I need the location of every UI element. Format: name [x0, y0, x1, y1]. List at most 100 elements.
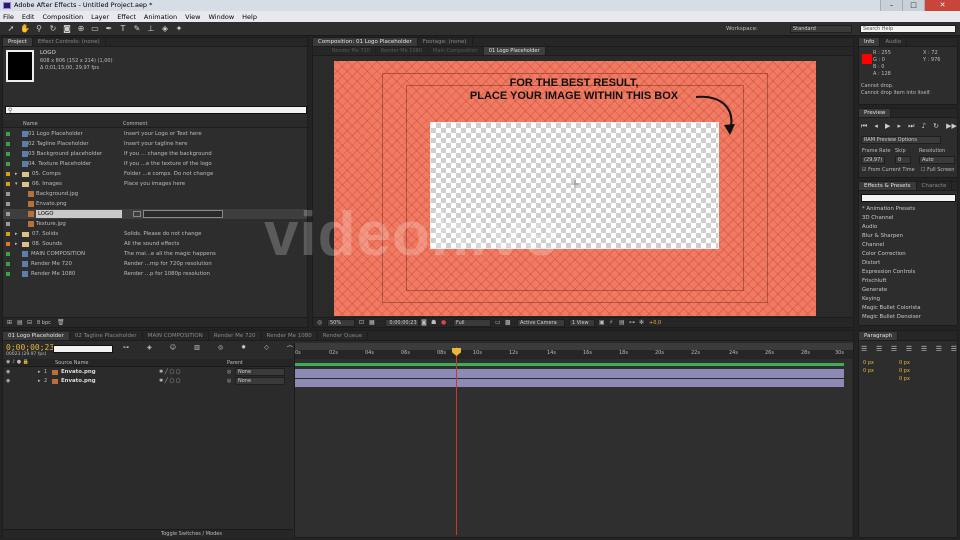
minimize-button[interactable]: –	[880, 0, 902, 11]
align-right-icon[interactable]: ☰	[891, 345, 897, 353]
frame-blending-icon[interactable]: ▥	[194, 344, 200, 354]
effects-category[interactable]: * Animation Presets	[862, 206, 915, 212]
tab-character[interactable]: Characte	[917, 182, 953, 190]
effects-category[interactable]: Channel	[862, 242, 884, 248]
tab-audio[interactable]: Audio	[880, 38, 908, 46]
effects-category[interactable]: 3D Channel	[862, 215, 893, 221]
audio-icon[interactable]: ♪	[922, 122, 926, 131]
col-source-name[interactable]: Source Name	[55, 360, 89, 366]
project-item[interactable]: ▸ 08. Sounds All the sound effects	[3, 239, 307, 249]
justify-right-icon[interactable]: ☰	[936, 345, 942, 353]
zoom-select[interactable]: 50%	[327, 319, 355, 327]
resolution-select[interactable]: Auto	[919, 156, 955, 164]
layer-row[interactable]: ◉ ▸ 2 Envato.png ✱ ╱ ▢ ▢ ◎ None	[3, 377, 293, 386]
subtab-main-composition[interactable]: Main Composition	[428, 47, 484, 55]
pickwhip-icon[interactable]: ◎	[227, 378, 231, 384]
pickwhip-icon[interactable]: ◎	[227, 369, 231, 375]
full-screen-checkbox[interactable]: ☐ Full Screen	[921, 167, 954, 173]
flowchart-icon[interactable]: ⊶	[629, 319, 635, 326]
maximize-button[interactable]: □	[902, 0, 924, 11]
draft-3d-icon[interactable]: ◈	[147, 344, 152, 354]
playhead-line[interactable]	[456, 347, 457, 535]
project-item[interactable]: 03 Background placeholder If you ... chan…	[3, 149, 307, 159]
effects-category[interactable]: Color Correction	[862, 251, 906, 257]
viewer-timecode[interactable]: 0;00;00;23	[385, 319, 419, 327]
toggle-switches-modes-button[interactable]: Toggle Switches / Modes	[161, 531, 222, 537]
justify-center-icon[interactable]: ☰	[921, 345, 927, 353]
tab-effect-controls[interactable]: Effect Controls: (none)	[33, 38, 106, 46]
effects-category[interactable]: Expression Controls	[862, 269, 915, 275]
reset-exposure-icon[interactable]: ✻	[639, 319, 644, 326]
project-item-selected[interactable]: LOGO	[3, 209, 307, 219]
project-item[interactable]: 04. Texture Placeholder If you ...e the t…	[3, 159, 307, 169]
viewer-area[interactable]: + FOR THE BEST RESULT, PLACE YOUR IMAGE …	[264, 61, 816, 316]
layer-bar[interactable]	[295, 369, 844, 378]
tab-paragraph[interactable]: Paragraph	[859, 332, 899, 340]
chevron-right-icon[interactable]: ▸	[38, 378, 41, 384]
show-channel-icon[interactable]: ●	[441, 319, 446, 326]
brush-tool-icon[interactable]: ✎	[132, 24, 142, 34]
effects-category[interactable]: Frischluft	[862, 278, 886, 284]
play-icon[interactable]: ▶	[885, 122, 890, 131]
tab-render-queue[interactable]: Render Queue	[318, 332, 369, 340]
interpret-footage-icon[interactable]: ⊞	[7, 319, 12, 326]
subtab-render-720[interactable]: Render Me 720	[327, 47, 376, 55]
camera-select[interactable]: Active Camera	[517, 319, 565, 327]
view-layout-select[interactable]: 1 View	[569, 319, 595, 327]
transparency-grid-icon[interactable]: ▩	[505, 319, 511, 326]
subtab-render-1080[interactable]: Render Me 1080	[376, 47, 429, 55]
workspace-select[interactable]: Standard	[790, 25, 852, 33]
selection-tool-icon[interactable]: ➚	[6, 24, 16, 34]
tab-project[interactable]: Project	[3, 38, 33, 46]
layer-search-input[interactable]	[53, 345, 113, 353]
loop-icon[interactable]: ↻	[933, 122, 939, 131]
show-snapshot-icon[interactable]: ☗	[431, 319, 436, 326]
chevron-right-icon[interactable]: ▸	[15, 239, 18, 249]
menu-help[interactable]: Help	[242, 13, 257, 21]
effects-category[interactable]: Blur & Sharpen	[862, 233, 903, 239]
shy-layers-icon[interactable]: ☺	[170, 344, 176, 354]
pen-tool-icon[interactable]: ✒	[104, 24, 114, 34]
mask-tool-icon[interactable]: ▭	[90, 24, 100, 34]
skip-select[interactable]: 0	[895, 156, 911, 164]
timeline-icon[interactable]: ▤	[619, 319, 625, 326]
align-center-icon[interactable]: ☰	[876, 345, 882, 353]
layer-switches[interactable]: ✱ ╱ ▢ ▢	[159, 378, 180, 384]
tab-preview[interactable]: Preview	[859, 109, 892, 117]
tab-timeline-1080[interactable]: Render Me 1080	[262, 332, 318, 340]
menu-edit[interactable]: Edit	[22, 13, 35, 21]
camera-tool-icon[interactable]: ◙	[62, 24, 72, 34]
tab-timeline-main[interactable]: MAIN COMPOSITION	[143, 332, 209, 340]
brainstorm-icon[interactable]: ✸	[241, 344, 246, 354]
col-parent[interactable]: Parent	[227, 360, 243, 366]
effects-category[interactable]: Magic Bullet Colorista	[862, 305, 921, 311]
track-area[interactable]: 0s 02s 04s 06s 08s 10s 12s 14s 16s 18s 2…	[294, 343, 853, 537]
grid-icon[interactable]: ▦	[369, 319, 375, 326]
graph-editor-icon[interactable]: ⌒	[287, 344, 293, 354]
effects-category[interactable]: Distort	[862, 260, 880, 266]
hand-tool-icon[interactable]: ✋	[20, 24, 30, 34]
trash-icon[interactable]: 🗑	[57, 319, 65, 326]
ram-options-select[interactable]: RAM Preview Options	[861, 136, 941, 144]
current-time[interactable]: 0;00;00;23	[6, 343, 54, 352]
comp-mini-flowchart-icon[interactable]: ⊶	[123, 344, 129, 354]
indent-right-value[interactable]: 0 px	[899, 360, 910, 366]
layer-row[interactable]: ◉ ▸ 1 Envato.png ✱ ╱ ▢ ▢ ◎ None	[3, 368, 293, 377]
new-folder-icon[interactable]: ▤	[17, 319, 23, 326]
parent-select[interactable]: None	[235, 377, 285, 385]
align-left-icon[interactable]: ☰	[861, 345, 867, 353]
rotate-tool-icon[interactable]: ↻	[48, 24, 58, 34]
tab-timeline-logo[interactable]: 01 Logo Placeholder	[3, 332, 70, 340]
menu-file[interactable]: File	[3, 13, 14, 21]
layer-bar[interactable]	[295, 378, 844, 387]
justify-left-icon[interactable]: ☰	[906, 345, 912, 353]
col-comment[interactable]: Comment	[123, 121, 148, 127]
menu-window[interactable]: Window	[209, 13, 235, 21]
effects-category[interactable]: Audio	[862, 224, 877, 230]
menu-layer[interactable]: Layer	[91, 13, 109, 21]
safe-zones-icon[interactable]: ⊡	[359, 319, 364, 326]
effects-category[interactable]: Generate	[862, 287, 887, 293]
tab-effects-presets[interactable]: Effects & Presets	[859, 182, 917, 190]
project-item[interactable]: Texture.jpg	[3, 219, 307, 229]
region-of-interest-icon[interactable]: ▭	[495, 319, 501, 326]
